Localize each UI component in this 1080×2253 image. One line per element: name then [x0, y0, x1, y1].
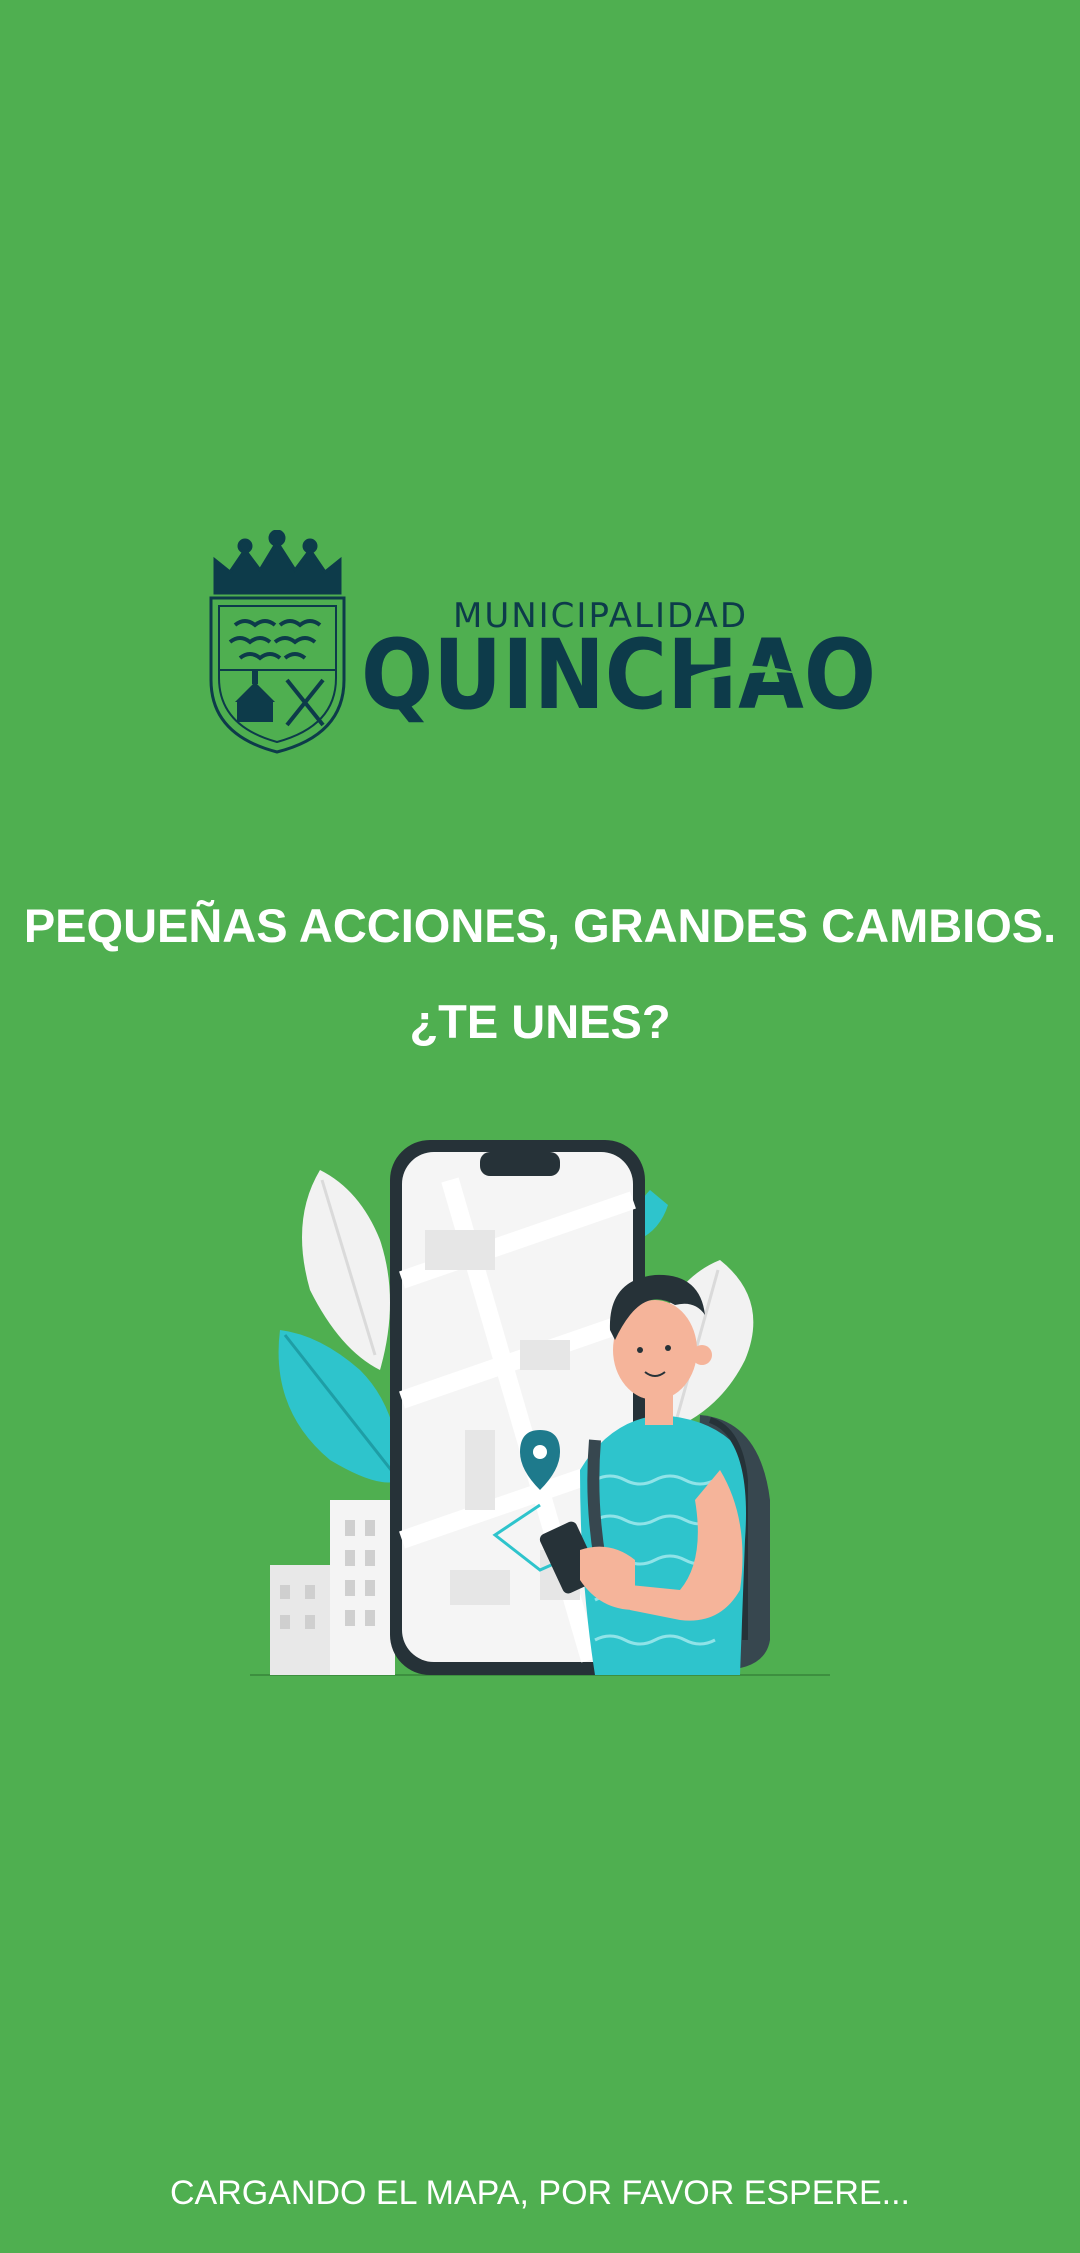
person-with-phone-map-illustration — [250, 1140, 830, 1676]
tagline-line-1: PEQUEÑAS ACCIONES, GRANDES CAMBIOS. — [23, 899, 1057, 952]
tagline-line-2: ¿TE UNES? — [409, 995, 671, 1048]
coat-of-arms-icon — [209, 530, 346, 754]
loading-status-text: CARGANDO EL MAPA, POR FAVOR ESPERE... — [170, 2174, 910, 2212]
splash-screen: MUNICIPALIDAD QUINCHAO PEQUEÑAS ACCIONES… — [0, 0, 1080, 2253]
municipality-logo: MUNICIPALIDAD QUINCHAO — [205, 530, 885, 760]
logo-name: QUINCHAO — [361, 619, 876, 726]
logo-wordmark: QUINCHAO — [361, 619, 876, 726]
